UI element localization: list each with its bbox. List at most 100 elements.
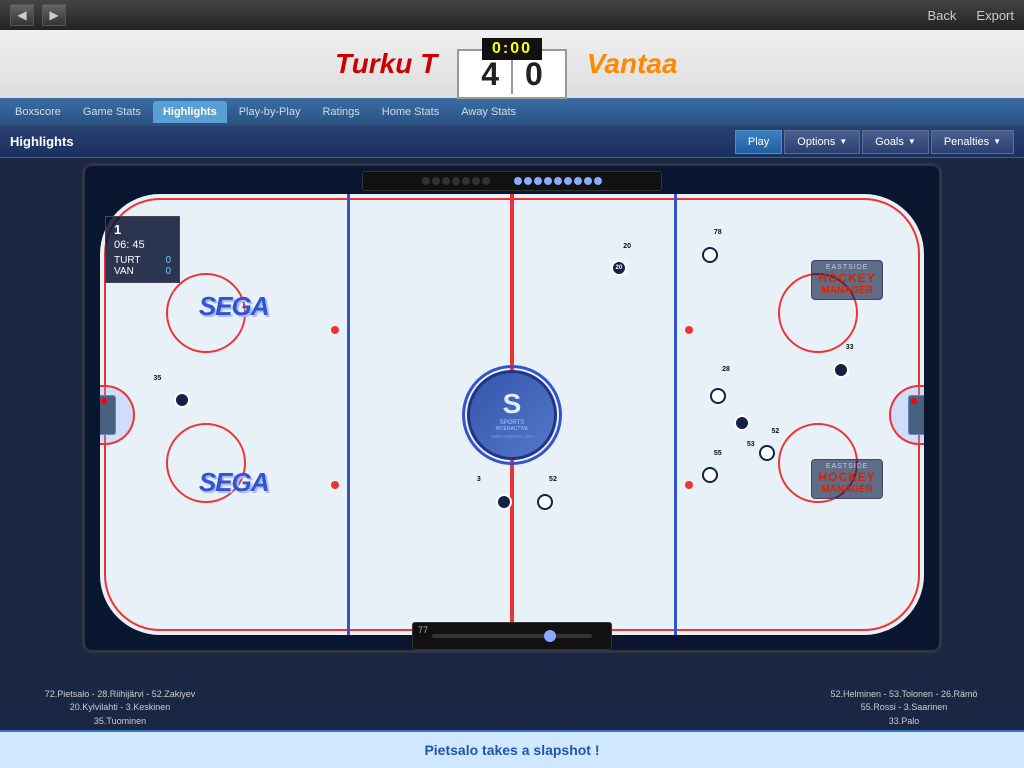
left-player-line-2: 20.Kylvilahti - 3.Keskinen (10, 701, 230, 715)
left-player-line-1: 72.Pietsalo - 28.Riihijärvi - 52.Zakiyev (10, 688, 230, 702)
goal-light-left (101, 398, 107, 404)
blue-line-left (347, 194, 350, 635)
player-33-label: 33 (842, 340, 858, 356)
ehm-manager-top: MANAGER (818, 285, 875, 296)
tab-ratings[interactable]: Ratings (312, 101, 369, 123)
player-28 (710, 388, 726, 404)
player-33 (833, 362, 849, 378)
ehm-logo-top: EASTSIDE HOCKEY MANAGER (811, 260, 882, 300)
next-arrow[interactable]: ▶ (42, 4, 66, 26)
penalties-arrow-icon: ▼ (993, 137, 1001, 146)
dot-11 (544, 177, 552, 185)
right-player-line-2: 55.Rossi - 3.Saarinen (794, 701, 1014, 715)
faceoff-dot-nr2 (685, 481, 693, 489)
player-35-label: 35 (149, 370, 165, 386)
right-player-list: 52.Helminen - 53.Tolonen - 26.Rämö 55.Ro… (794, 688, 1014, 729)
dot-6 (472, 177, 480, 185)
info-panel: 1 06: 45 TURT 0 VAN 0 (105, 216, 180, 283)
ehm-eastside-top: EASTSIDE (818, 264, 875, 271)
game-time: 0:00 (482, 38, 542, 60)
left-player-list: 72.Pietsalo - 28.Riihijärvi - 52.Zakiyev… (10, 688, 230, 729)
turt-label: TURT (114, 255, 140, 266)
options-button[interactable]: Options ▼ (784, 130, 860, 154)
team-right: Vantaa (567, 48, 1024, 80)
dot-2 (432, 177, 440, 185)
dot-7 (482, 177, 490, 185)
export-button[interactable]: Export (976, 8, 1014, 23)
team-left: Turku T (0, 48, 457, 80)
tab-homestats[interactable]: Home Stats (372, 101, 449, 123)
player-3 (496, 494, 512, 510)
van-score: 0 (165, 266, 171, 277)
tab-gamestats[interactable]: Game Stats (73, 101, 151, 123)
dot-3 (442, 177, 450, 185)
player-78-label: 78 (710, 225, 726, 241)
penalties-button[interactable]: Penalties ▼ (931, 130, 1014, 154)
van-score-row: VAN 0 (114, 266, 171, 277)
tab-highlights[interactable]: Highlights (153, 101, 227, 123)
player-20-label: 20 (619, 238, 635, 254)
goal-net-left (100, 395, 116, 435)
ehm-manager-bottom: MANAGER (818, 484, 875, 495)
timeline-slider[interactable]: 77 (412, 622, 612, 650)
player-53 (734, 415, 750, 431)
dot-9 (524, 177, 532, 185)
slider-track[interactable] (432, 634, 592, 638)
player-52c (537, 494, 553, 510)
left-player-line-3: 35.Tuominen (10, 715, 230, 729)
tab-boxscore[interactable]: Boxscore (5, 101, 71, 123)
player-55 (702, 467, 718, 483)
footer-text: Pietsalo takes a slapshot ! (424, 742, 599, 758)
dot-15 (584, 177, 592, 185)
top-actions: Back Export (928, 8, 1014, 23)
player-20: 20 (611, 260, 627, 276)
back-button[interactable]: Back (928, 8, 957, 23)
prev-arrow[interactable]: ◀ (10, 4, 34, 26)
rink-wrapper: SEGA SEGA EASTSIDE HOCKEY MANAGER EASTSI… (0, 158, 1024, 653)
tab-playbyplay[interactable]: Play-by-Play (229, 101, 311, 123)
slider-label: 77 (418, 625, 428, 635)
score-header: Turku T 0:00 4 0 Vantaa (0, 30, 1024, 98)
player-52c-label: 52 (545, 472, 561, 488)
tab-awaystats[interactable]: Away Stats (451, 101, 526, 123)
player-78 (702, 247, 718, 263)
dot-16 (594, 177, 602, 185)
player-35 (174, 392, 190, 408)
player-55-label: 55 (710, 445, 726, 461)
blue-line-right (674, 194, 677, 635)
ehm-logo-bottom: EASTSIDE HOCKEY MANAGER (811, 459, 882, 499)
rink-ice: SEGA SEGA EASTSIDE HOCKEY MANAGER EASTSI… (100, 194, 924, 635)
player-53-label: 53 (743, 437, 759, 453)
player-52b-label: 52 (767, 423, 783, 439)
dot-8 (514, 177, 522, 185)
scoreboard-top (362, 171, 662, 191)
player-28-label: 28 (718, 362, 734, 378)
rink-ice-inner: SEGA SEGA EASTSIDE HOCKEY MANAGER EASTSI… (100, 194, 924, 635)
ehm-hockey-top: HOCKEY (818, 271, 875, 285)
turt-score: 0 (165, 255, 171, 266)
player-52b (759, 445, 775, 461)
highlights-controls: Play Options ▼ Goals ▼ Penalties ▼ (735, 130, 1014, 154)
options-arrow-icon: ▼ (839, 137, 847, 146)
play-button[interactable]: Play (735, 130, 782, 154)
si-url: www.sigames.com (491, 434, 532, 440)
faceoff-dot-nl (331, 326, 339, 334)
right-player-line-1: 52.Helminen - 53.Tolonen - 26.Rämö (794, 688, 1014, 702)
highlights-bar: Highlights Play Options ▼ Goals ▼ Penalt… (0, 126, 1024, 158)
goals-button[interactable]: Goals ▼ (862, 130, 929, 154)
goals-arrow-icon: ▼ (908, 137, 916, 146)
dot-14 (574, 177, 582, 185)
rink-container: SEGA SEGA EASTSIDE HOCKEY MANAGER EASTSI… (82, 163, 942, 653)
faceoff-dot-nl2 (331, 481, 339, 489)
van-label: VAN (114, 266, 134, 277)
team-right-name: Vantaa (587, 48, 678, 80)
dot-5 (462, 177, 470, 185)
dot-10 (534, 177, 542, 185)
si-letter: S (503, 390, 522, 418)
score-left: 4 (469, 56, 511, 93)
slider-thumb[interactable] (544, 630, 556, 642)
faceoff-dot-nr (685, 326, 693, 334)
tab-bar: Boxscore Game Stats Highlights Play-by-P… (0, 98, 1024, 126)
period-number: 1 (114, 222, 171, 237)
dot-13 (564, 177, 572, 185)
